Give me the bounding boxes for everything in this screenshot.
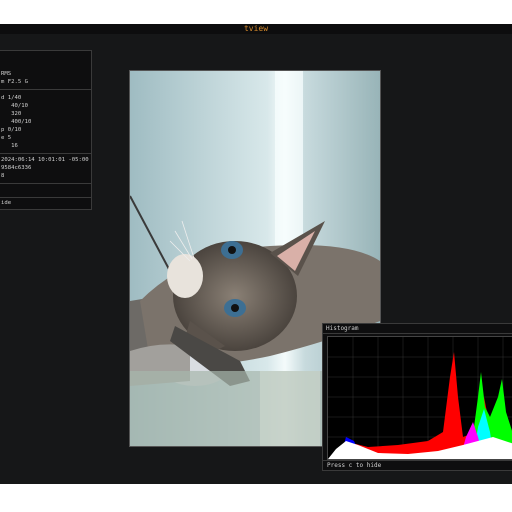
exif-line: 8 bbox=[1, 173, 5, 179]
exif-line: 16 bbox=[1, 143, 18, 149]
exif-hide-hint: ide bbox=[1, 200, 12, 206]
exif-line: d 1/40 bbox=[1, 95, 22, 101]
exif-line: p 0/10 bbox=[1, 127, 22, 133]
exif-line: e 5 bbox=[1, 135, 12, 141]
exif-line: m F2.5 G bbox=[1, 79, 28, 85]
histogram-title: Histogram bbox=[326, 325, 359, 332]
exif-line: 40/10 bbox=[1, 103, 28, 109]
exif-line: RMS bbox=[1, 71, 12, 77]
tview-window: tview RMS m F2.5 G d 1/40 40/10 320 400/… bbox=[0, 24, 512, 484]
exif-line: 320 bbox=[1, 111, 22, 117]
exif-info-panel: RMS m F2.5 G d 1/40 40/10 320 400/10 p 0… bbox=[0, 50, 92, 210]
exif-line: 400/10 bbox=[1, 119, 32, 125]
histogram-graph bbox=[328, 337, 512, 459]
histogram-divider bbox=[323, 460, 512, 461]
histogram-divider bbox=[323, 333, 512, 334]
exif-date: 2024:06:14 10:01:01 -05:00 bbox=[1, 157, 89, 163]
histogram-panel: Histogram Press c to hide bbox=[322, 323, 512, 471]
histogram-plot bbox=[327, 336, 512, 460]
exif-line: 9584c6336 bbox=[1, 165, 32, 171]
exif-divider bbox=[0, 183, 91, 184]
exif-divider bbox=[0, 153, 91, 154]
histogram-hide-hint: Press c to hide bbox=[327, 462, 382, 469]
exif-divider bbox=[0, 89, 91, 90]
window-title: tview bbox=[0, 24, 512, 34]
exif-divider bbox=[0, 197, 91, 198]
